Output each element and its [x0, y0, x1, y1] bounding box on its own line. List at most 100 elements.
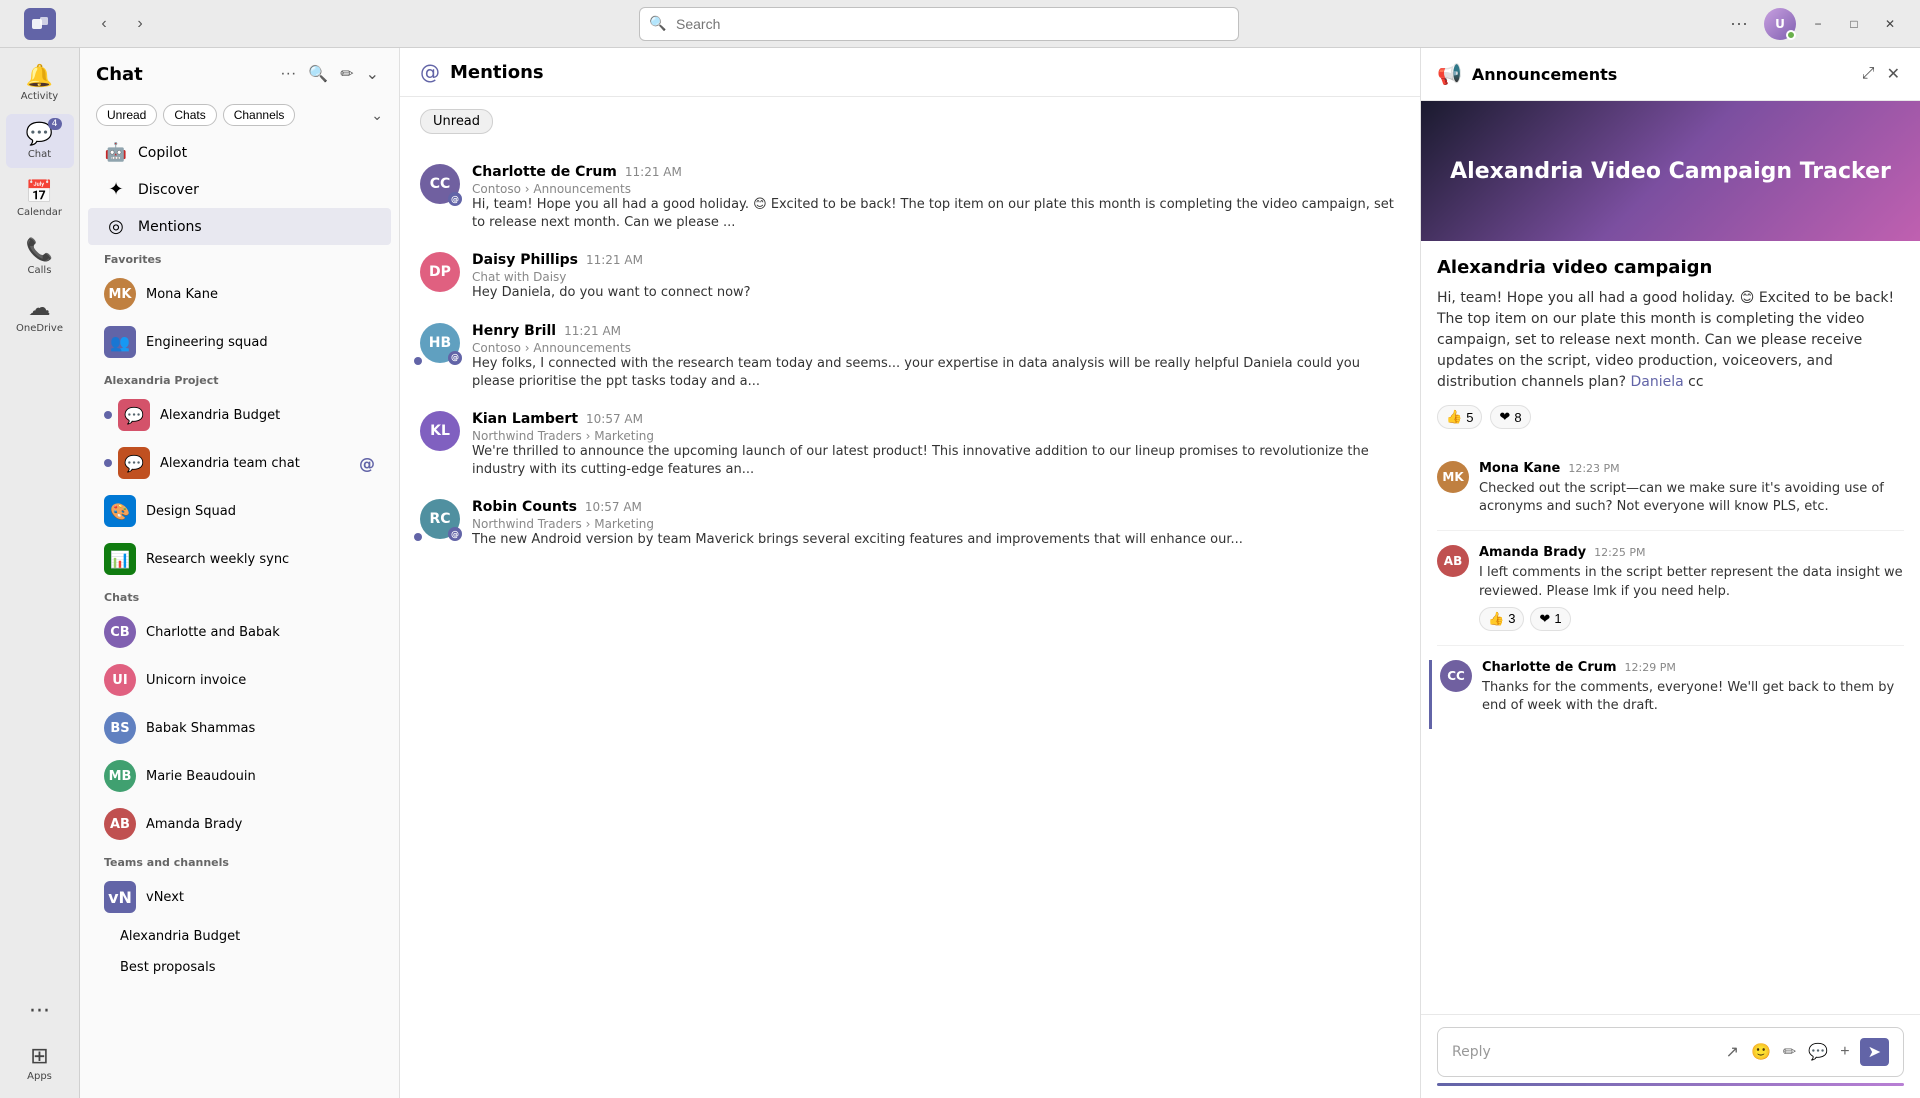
search-sidebar-button[interactable]: 🔍 [304, 60, 332, 88]
thumbsup-count: 3 [1508, 611, 1515, 626]
chat-item-engineering-squad[interactable]: 👥 Engineering squad [88, 318, 391, 366]
filter-chats[interactable]: Chats [163, 104, 216, 126]
reaction-heart-amanda[interactable]: ❤ 1 [1530, 607, 1570, 631]
bullet-indicator [104, 459, 112, 467]
compose-button[interactable]: ✏ [336, 60, 357, 88]
search-input[interactable] [639, 7, 1239, 41]
at-indicator-robin: @ [448, 527, 462, 541]
user-avatar[interactable]: U [1764, 8, 1796, 40]
right-panel: 📢 Announcements ⤢ ✕ Alexandria Video Cam… [1420, 48, 1920, 1098]
filter-channels[interactable]: Channels [223, 104, 296, 126]
sidebar-item-discover[interactable]: ✦ Discover [88, 171, 391, 208]
dot-indicator-robin [414, 533, 422, 541]
message-item-henry[interactable]: HB @ Henry Brill 11:21 AM Contoso › Anno… [400, 313, 1420, 401]
thread-header-mona: Mona Kane 12:23 PM [1479, 461, 1904, 476]
avatar-msg-charlotte: CC @ [420, 164, 460, 204]
chat-item-vnext[interactable]: vN vNext [88, 873, 391, 921]
format-button[interactable]: ↗ [1724, 1040, 1741, 1064]
chat-item-alexandria-budget-ch[interactable]: Alexandria Budget [88, 921, 391, 952]
reply-input-area[interactable]: Reply ↗ 🙂 ✏ 💬 + ➤ [1437, 1027, 1904, 1077]
rail-item-chat[interactable]: 💬 4 Chat [6, 114, 74, 168]
bullet-indicator [104, 411, 112, 419]
rail-item-onedrive[interactable]: ☁ OneDrive [6, 288, 74, 342]
minimize-button[interactable]: − [1804, 10, 1832, 38]
chat-item-research-weekly[interactable]: 📊 Research weekly sync [88, 535, 391, 583]
sticker-button[interactable]: 💬 [1806, 1040, 1830, 1064]
msg-content-daisy: Daisy Phillips 11:21 AM Chat with Daisy … [472, 252, 1400, 302]
chat-item-design-squad[interactable]: 🎨 Design Squad [88, 487, 391, 535]
thread-text-charlotte-reply: Thanks for the comments, everyone! We'll… [1482, 679, 1904, 715]
chat-item-best-proposals[interactable]: Best proposals [88, 952, 391, 983]
add-button[interactable]: + [1838, 1041, 1851, 1063]
avatar-marie-beaudouin: MB [104, 760, 136, 792]
message-item-charlotte[interactable]: CC @ Charlotte de Crum 11:21 AM Contoso … [400, 154, 1420, 242]
chat-item-unicorn-invoice[interactable]: UI Unicorn invoice [88, 656, 391, 704]
rail-item-activity[interactable]: 🔔 Activity [6, 56, 74, 110]
announcement-text: Hi, team! Hope you all had a good holida… [1437, 288, 1904, 393]
thread-reply-mona: MK Mona Kane 12:23 PM Checked out the sc… [1437, 461, 1904, 531]
filter-unread[interactable]: Unread [96, 104, 157, 126]
more-options-sidebar-button[interactable]: ··· [276, 60, 300, 88]
avatar-charlotte-babak: CB [104, 616, 136, 648]
teams-logo [24, 8, 56, 40]
avatar-research-weekly: 📊 [104, 543, 136, 575]
reaction-thumbsup-amanda[interactable]: 👍 3 [1479, 607, 1524, 631]
attach-button[interactable]: ✏ [1781, 1040, 1798, 1064]
chat-item-alexandria-team-chat[interactable]: 💬 Alexandria team chat @ [88, 439, 391, 487]
send-button[interactable]: ➤ [1860, 1038, 1889, 1066]
chat-item-charlotte-babak[interactable]: CB Charlotte and Babak [88, 608, 391, 656]
msg-header-charlotte: Charlotte de Crum 11:21 AM [472, 164, 1400, 180]
nav-buttons: ‹ › [88, 8, 156, 40]
reply-placeholder: Reply [1452, 1044, 1724, 1060]
reaction-heart[interactable]: ❤ 8 [1490, 405, 1530, 429]
close-panel-button[interactable]: ✕ [1883, 60, 1904, 88]
reply-box: Reply ↗ 🙂 ✏ 💬 + ➤ [1421, 1014, 1920, 1098]
maximize-button[interactable]: □ [1840, 10, 1868, 38]
sidebar: Chat ··· 🔍 ✏ ⌄ Unread Chats Channels ⌄ 🤖… [80, 48, 400, 1098]
close-button[interactable]: ✕ [1876, 10, 1904, 38]
message-item-kian[interactable]: KL Kian Lambert 10:57 AM Northwind Trade… [400, 401, 1420, 489]
more-icon: ··· [29, 999, 50, 1024]
sidebar-item-mentions[interactable]: ◎ Mentions [88, 208, 391, 245]
status-indicator [1786, 30, 1796, 40]
title-bar: ‹ › 🔍 ··· U − □ ✕ [0, 0, 1920, 48]
emoji-button[interactable]: 🙂 [1749, 1040, 1773, 1064]
chat-item-babak-shammas[interactable]: BS Babak Shammas [88, 704, 391, 752]
forward-button[interactable]: › [124, 8, 156, 40]
filter-bar: Unread Chats Channels ⌄ [80, 100, 399, 134]
chat-item-marie-beaudouin[interactable]: MB Marie Beaudouin [88, 752, 391, 800]
rail-item-more[interactable]: ··· [6, 991, 74, 1032]
chat-item-mona-kane[interactable]: MK Mona Kane [88, 270, 391, 318]
unread-tag[interactable]: Unread [420, 109, 493, 134]
rail-item-calendar[interactable]: 📅 Calendar [6, 172, 74, 226]
more-options-button[interactable]: ··· [1722, 9, 1756, 38]
rail-item-apps[interactable]: ⊞ Apps [6, 1036, 74, 1090]
thread-avatar-amanda: AB [1437, 545, 1469, 577]
title-bar-left [0, 8, 80, 40]
right-panel-scroll: Alexandria Video Campaign Tracker Alexan… [1421, 101, 1920, 1014]
app-container: 🔔 Activity 💬 4 Chat 📅 Calendar 📞 Calls ☁… [0, 48, 1920, 1098]
avatar-alexandria-budget: 💬 [118, 399, 150, 431]
sidebar-item-copilot[interactable]: 🤖 Copilot [88, 134, 391, 171]
avatar-babak-shammas: BS [104, 712, 136, 744]
activity-icon: 🔔 [26, 64, 53, 89]
msg-header-kian: Kian Lambert 10:57 AM [472, 411, 1400, 427]
filter-expand-chevron[interactable]: ⌄ [371, 104, 383, 126]
avatar-msg-henry: HB @ [420, 323, 460, 363]
thread-avatar-charlotte-reply: CC [1440, 660, 1472, 692]
copilot-icon: 🤖 [104, 142, 128, 163]
rail-item-calls[interactable]: 📞 Calls [6, 230, 74, 284]
expand-panel-button[interactable]: ⤢ [1858, 60, 1879, 88]
back-button[interactable]: ‹ [88, 8, 120, 40]
reaction-thumbsup[interactable]: 👍 5 [1437, 405, 1482, 429]
chat-item-amanda-brady[interactable]: AB Amanda Brady [88, 800, 391, 848]
avatar-alexandria-team-chat: 💬 [118, 447, 150, 479]
chat-item-alexandria-budget[interactable]: 💬 Alexandria Budget [88, 391, 391, 439]
message-item-robin[interactable]: RC @ Robin Counts 10:57 AM Northwind Tra… [400, 489, 1420, 559]
mention-daniela[interactable]: Daniela [1631, 374, 1684, 390]
heart-count: 1 [1554, 611, 1561, 626]
message-item-daisy[interactable]: DP Daisy Phillips 11:21 AM Chat with Dai… [400, 242, 1420, 312]
section-chats: Chats [80, 583, 399, 608]
filter-expand-button[interactable]: ⌄ [362, 60, 383, 88]
main-pane: @ Mentions Unread CC @ Charlotte de Crum… [400, 48, 1420, 1098]
